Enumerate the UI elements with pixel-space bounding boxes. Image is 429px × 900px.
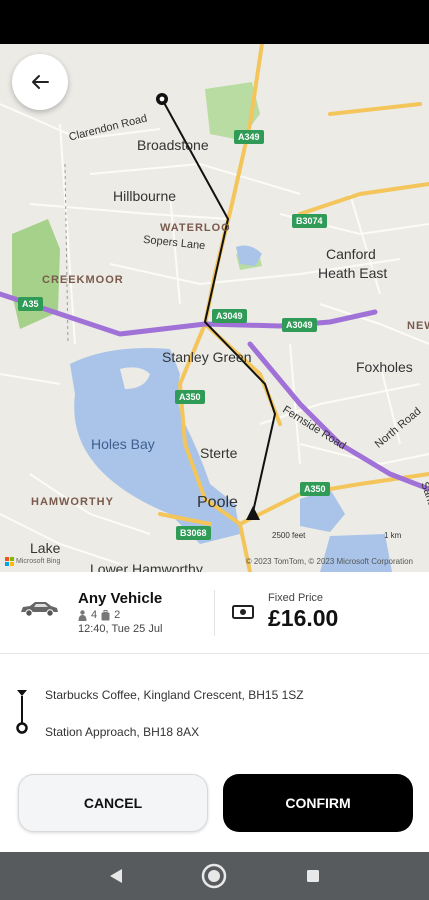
map-view[interactable]: Broadstone Hillbourne WATERLOO Sopers La… [0, 44, 429, 572]
triangle-back-icon [110, 869, 123, 883]
road-shield-a35: A35 [18, 297, 43, 311]
vehicle-capacity: 4 2 [78, 609, 120, 621]
passenger-count: 4 [91, 609, 98, 621]
divider [214, 590, 215, 636]
arrow-left-icon [32, 75, 49, 89]
map-label-sterte: Sterte [200, 445, 238, 461]
luggage-icon [101, 609, 110, 620]
passenger-icon [78, 609, 87, 621]
price-label: Fixed Price [268, 592, 324, 604]
route-timeline-icon [16, 690, 28, 734]
pickup-address: Starbucks Coffee, Kingland Crescent, BH1… [45, 688, 304, 702]
map-label-hamworthy: HAMWORTHY [31, 496, 114, 508]
map-label-canford-line2: Heath East [318, 265, 388, 281]
car-icon [21, 602, 58, 617]
map-scale-feet: 2500 feet [272, 531, 306, 540]
pickup-datetime: 12:40, Tue 25 Jul [78, 623, 163, 635]
route-summary: Starbucks Coffee, Kingland Crescent, BH1… [0, 654, 429, 764]
road-shield-b3074: B3074 [292, 214, 327, 228]
map-label-waterloo: WATERLOO [160, 222, 231, 234]
road-shield-b3068: B3068 [176, 526, 211, 540]
map-scale-km: 1 km [384, 531, 402, 540]
confirm-button[interactable]: CONFIRM [223, 774, 413, 832]
map-label-foxholes: Foxholes [356, 359, 413, 375]
map-label-creekmoor: CREEKMOOR [42, 274, 124, 286]
map-label-holes-bay: Holes Bay [91, 436, 155, 452]
square-recents-icon [306, 870, 319, 882]
map-copyright: © 2023 TomTom, © 2023 Microsoft Corporat… [245, 557, 413, 566]
road-shield-a3049: A3049 [212, 309, 247, 323]
map-provider-logo: Microsoft Bing [5, 557, 60, 566]
status-bar [0, 0, 429, 44]
map-canvas [0, 44, 429, 572]
road-shield-a349: A349 [234, 130, 264, 144]
map-label-lower-hamworthy: Lower Hamworthy [90, 561, 203, 572]
map-label-poole: Poole [197, 494, 238, 511]
road-shield-a350: A350 [175, 390, 205, 404]
map-label-hillbourne: Hillbourne [113, 188, 177, 204]
circle-home-icon [202, 863, 227, 889]
cancel-button[interactable]: CANCEL [18, 774, 208, 832]
dropoff-address: Station Approach, BH18 8AX [45, 725, 200, 739]
luggage-count: 2 [114, 609, 121, 621]
road-shield-a350: A350 [300, 482, 330, 496]
vehicle-price-row: Any Vehicle 4 2 12:40, Tue 25 Jul Fixed … [0, 572, 429, 654]
nav-back-button[interactable] [109, 868, 123, 884]
map-label-new: NEW [407, 320, 429, 332]
nav-home-button[interactable] [201, 863, 227, 889]
price-value: £16.00 [268, 605, 339, 631]
cash-icon [232, 605, 254, 619]
system-navigation-bar [0, 852, 429, 900]
map-label-lake: Lake [30, 540, 61, 556]
booking-summary-panel: Any Vehicle 4 2 12:40, Tue 25 Jul Fixed … [0, 572, 429, 852]
vehicle-name: Any Vehicle [78, 590, 163, 607]
map-label-stanley-green: Stanley Green [162, 349, 252, 365]
nav-recents-button[interactable] [306, 869, 320, 883]
map-label-canford-line1: Canford [326, 246, 376, 262]
map-label-broadstone: Broadstone [137, 137, 209, 153]
road-shield-a3049: A3049 [282, 318, 317, 332]
water-area [320, 534, 392, 572]
back-button[interactable] [12, 54, 68, 110]
